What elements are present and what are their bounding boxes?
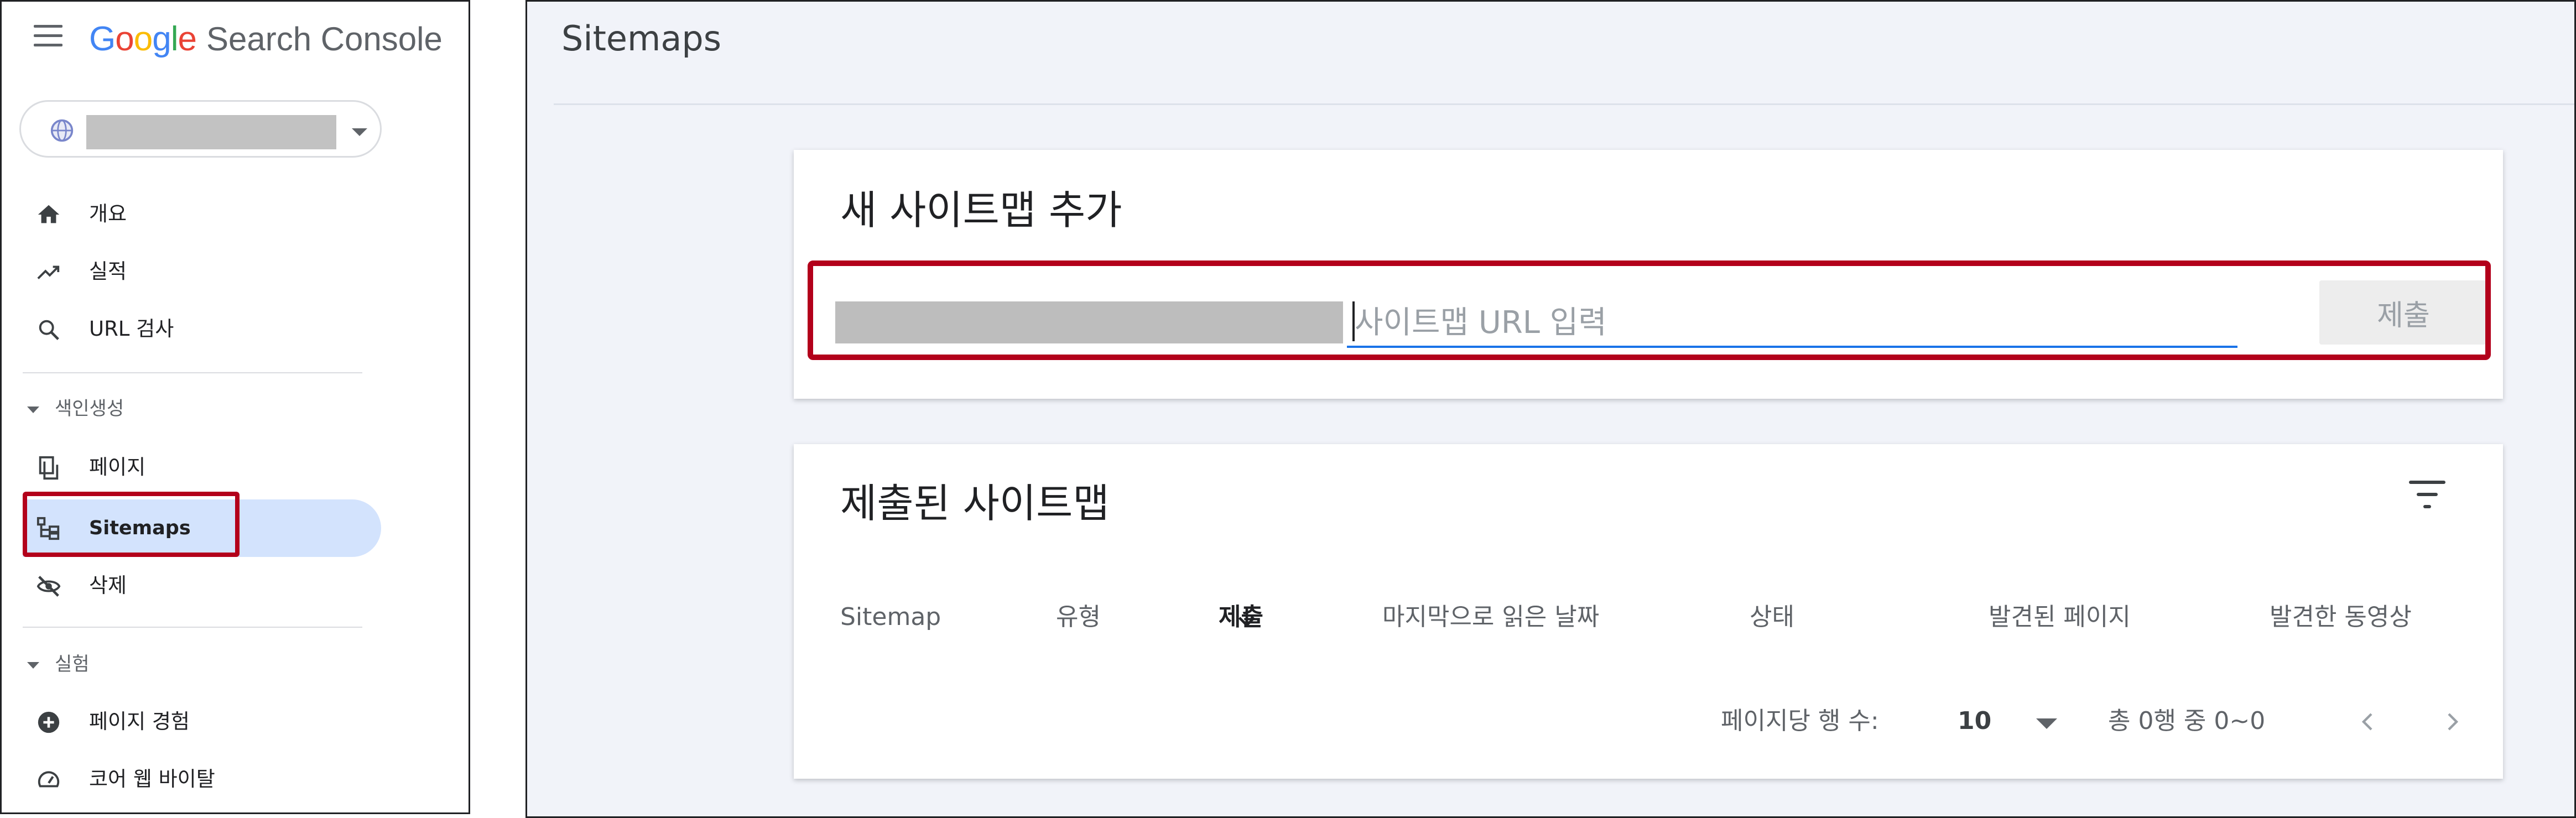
pages-icon xyxy=(39,456,59,480)
sidebar-item-label: 페이지 경험 xyxy=(89,710,190,733)
chevron-right-icon[interactable] xyxy=(2439,706,2465,737)
column-header-discovered-pages[interactable]: 발견된 페이지 xyxy=(1989,599,2131,635)
caret-down-icon[interactable] xyxy=(2036,718,2057,729)
sidebar-item-removals[interactable]: 삭제 xyxy=(2,557,469,614)
title-divider xyxy=(554,103,2574,105)
rows-per-page-label: 페이지당 행 수: xyxy=(1721,707,1879,735)
google-logo-letter: G xyxy=(89,19,116,58)
hamburger-menu-icon[interactable] xyxy=(34,25,63,47)
globe-icon xyxy=(50,119,74,142)
property-name-redacted xyxy=(86,115,336,149)
sidebar-item-label: 실적 xyxy=(89,259,127,283)
speed-gauge-icon xyxy=(38,771,60,788)
sidebar-item-pages[interactable]: 페이지 xyxy=(2,439,469,496)
sidebar-item-core-web-vitals[interactable]: 코어 웹 바이탈 xyxy=(2,751,469,808)
sidebar-item-label: 페이지 xyxy=(89,455,146,479)
column-header-type[interactable]: 유형 xyxy=(1056,599,1101,635)
add-sitemap-title: 새 사이트맵 추가 xyxy=(840,187,1122,233)
google-search-console-logo[interactable]: Google Search Console xyxy=(89,14,443,64)
add-circle-icon xyxy=(38,711,60,733)
caret-down-icon[interactable] xyxy=(352,128,367,136)
submitted-sitemaps-title: 제출된 사이트맵 xyxy=(840,480,1110,527)
column-header-status[interactable]: 상태 xyxy=(1750,599,1794,635)
section-title: 색인생성 xyxy=(55,398,124,420)
product-name: Search Console xyxy=(206,20,443,58)
sidebar-item-page-experience[interactable]: 페이지 경험 xyxy=(2,693,469,751)
search-icon xyxy=(39,320,59,340)
google-logo-letter: l xyxy=(170,19,179,58)
section-title: 실험 xyxy=(55,653,90,675)
chevron-left-icon[interactable] xyxy=(2355,706,2381,737)
trending-up-icon xyxy=(37,265,60,279)
sidebar-item-performance[interactable]: 실적 xyxy=(2,243,469,300)
main-panel: Sitemaps 새 사이트맵 추가 제출 제출된 사이트맵 Sitemap 유… xyxy=(525,0,2576,818)
pagination-range: 총 0행 중 0~0 xyxy=(2108,707,2266,735)
sidebar-item-overview[interactable]: 개요 xyxy=(2,185,469,243)
google-logo-letter: o xyxy=(115,19,134,58)
submitted-sitemaps-card: 제출된 사이트맵 Sitemap 유형 제출 마지막으로 읽은 날짜 상태 발견… xyxy=(794,444,2503,779)
sidebar-item-label: 삭제 xyxy=(89,574,127,597)
home-icon xyxy=(38,205,60,223)
collapse-triangle-icon xyxy=(27,661,39,669)
arrow-downward-icon[interactable] xyxy=(1234,601,1260,632)
sidebar-divider xyxy=(23,372,362,373)
page-title: Sitemaps xyxy=(561,18,722,59)
sidebar-item-label: 코어 웹 바이탈 xyxy=(89,767,215,791)
google-logo-letter: g xyxy=(152,19,171,58)
sitemaps-highlight-box xyxy=(23,492,240,557)
filter-list-icon[interactable] xyxy=(2409,481,2445,510)
sidebar-item-label: 개요 xyxy=(89,202,127,226)
add-sitemap-card: 새 사이트맵 추가 제출 xyxy=(794,150,2503,399)
property-selector[interactable] xyxy=(19,100,382,158)
sidebar-item-url-inspection[interactable]: URL 검사 xyxy=(2,300,469,358)
sidebar-item-label: URL 검사 xyxy=(89,317,174,341)
rows-per-page-select[interactable]: 10 xyxy=(1958,696,1991,746)
column-header-discovered-videos[interactable]: 발견한 동영상 xyxy=(2270,599,2412,635)
column-header-sitemap[interactable]: Sitemap xyxy=(840,599,941,635)
google-logo-letter: o xyxy=(133,19,153,58)
add-sitemap-highlight-box xyxy=(808,260,2491,360)
section-header-experience[interactable]: 실험 xyxy=(27,648,90,681)
google-logo-letter: e xyxy=(178,19,196,58)
sidebar-divider xyxy=(23,627,362,628)
sidebar-panel: Google Search Console 개요 실적 URL 검사 색인생성 … xyxy=(0,0,470,814)
section-header-indexing[interactable]: 색인생성 xyxy=(27,392,124,425)
collapse-triangle-icon xyxy=(27,406,39,413)
column-header-last-read[interactable]: 마지막으로 읽은 날짜 xyxy=(1382,599,1599,635)
visibility-off-icon xyxy=(37,576,61,597)
